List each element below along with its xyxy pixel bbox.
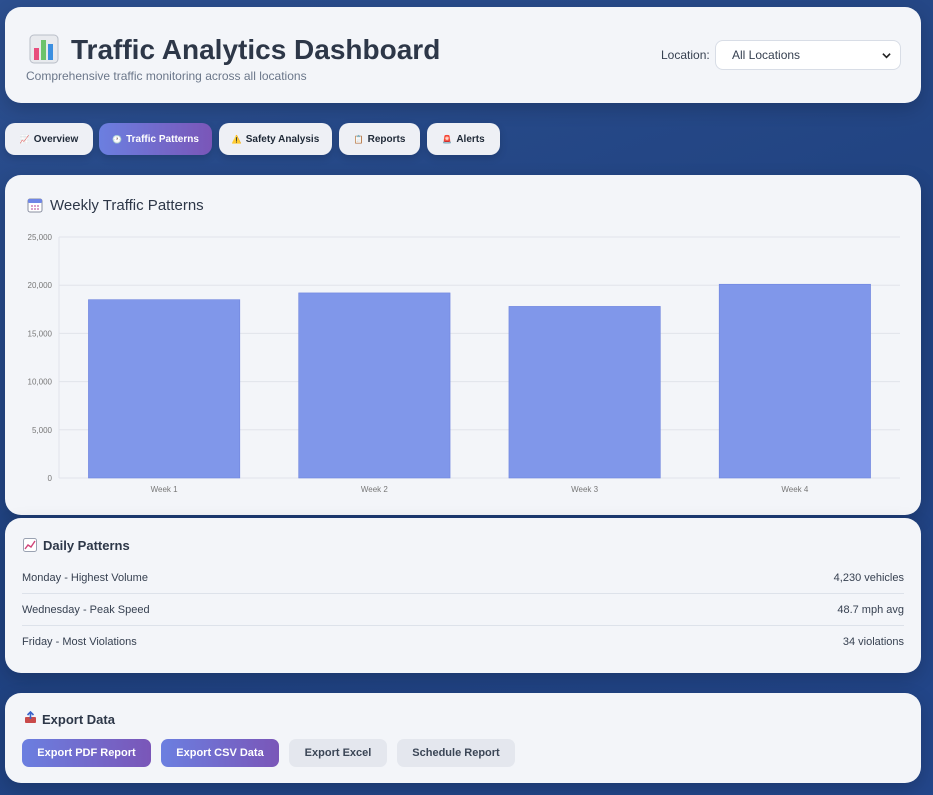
location-select[interactable]: All Locations bbox=[715, 40, 901, 70]
list-item: Monday - Highest Volume 4,230 vehicles bbox=[22, 562, 904, 594]
daily-row-value: 4,230 vehicles bbox=[833, 572, 904, 584]
clipboard-icon: 📋 bbox=[353, 134, 364, 144]
clock-icon: 🕐 bbox=[112, 134, 123, 144]
tab-label: Alerts bbox=[456, 133, 485, 145]
export-pdf-button[interactable]: Export PDF Report bbox=[22, 739, 151, 767]
tab-overview[interactable]: 📈 Overview bbox=[5, 123, 93, 155]
export-title: Export Data bbox=[42, 712, 115, 727]
bar-chart-icon bbox=[29, 34, 59, 64]
daily-row-label: Friday - Most Violations bbox=[22, 636, 137, 648]
bar bbox=[298, 292, 451, 479]
export-excel-button[interactable]: Export Excel bbox=[289, 739, 387, 767]
y-tick-label: 20,000 bbox=[28, 281, 53, 290]
x-tick-label: Week 1 bbox=[151, 485, 179, 494]
export-card: Export Data Export PDF Report Export CSV… bbox=[5, 693, 921, 783]
daily-row-value: 34 violations bbox=[842, 636, 904, 648]
warning-icon: ⚠️ bbox=[231, 134, 242, 144]
bar bbox=[508, 306, 661, 479]
location-label: Location: bbox=[661, 48, 710, 62]
list-item: Wednesday - Peak Speed 48.7 mph avg bbox=[22, 594, 904, 626]
tab-label: Safety Analysis bbox=[245, 133, 320, 145]
export-csv-button[interactable]: Export CSV Data bbox=[161, 739, 279, 767]
tab-alerts[interactable]: 🚨 Alerts bbox=[427, 123, 500, 155]
tab-label: Reports bbox=[367, 133, 406, 145]
header-card: Traffic Analytics Dashboard Comprehensiv… bbox=[5, 7, 921, 103]
daily-row-label: Monday - Highest Volume bbox=[22, 572, 148, 584]
outbox-icon bbox=[25, 711, 36, 723]
page-title: Traffic Analytics Dashboard bbox=[71, 34, 441, 65]
x-tick-label: Week 3 bbox=[571, 485, 599, 494]
chevron-down-icon bbox=[882, 53, 891, 59]
bar bbox=[718, 283, 871, 479]
daily-patterns-card: Daily Patterns Monday - Highest Volume 4… bbox=[5, 518, 921, 673]
x-tick-label: Week 4 bbox=[781, 485, 809, 494]
y-tick-label: 10,000 bbox=[28, 378, 53, 387]
siren-icon: 🚨 bbox=[442, 134, 453, 144]
weekly-bar-chart: 0 5,000 10,000 15,000 20,000 25,000 Week 1 Week… bbox=[28, 233, 900, 494]
daily-title: Daily Patterns bbox=[43, 538, 130, 553]
list-item: Friday - Most Violations 34 violations bbox=[22, 626, 904, 658]
tab-label: Overview bbox=[33, 133, 79, 145]
y-tick-label: 0 bbox=[48, 474, 53, 483]
tab-reports[interactable]: 📋 Reports bbox=[339, 123, 420, 155]
y-tick-label: 25,000 bbox=[28, 233, 53, 242]
trend-icon bbox=[23, 538, 37, 552]
tab-safety-analysis[interactable]: ⚠️ Safety Analysis bbox=[219, 123, 332, 155]
daily-row-value: 48.7 mph avg bbox=[837, 604, 904, 616]
page-subtitle: Comprehensive traffic monitoring across … bbox=[26, 69, 307, 83]
weekly-chart-card: Weekly Traffic Patterns 0 5,000 10,000 15,0… bbox=[5, 175, 921, 515]
y-tick-label: 5,000 bbox=[32, 426, 53, 435]
location-select-value: All Locations bbox=[732, 48, 801, 62]
x-tick-label: Week 2 bbox=[361, 485, 389, 494]
daily-row-label: Wednesday - Peak Speed bbox=[22, 604, 150, 616]
y-tick-label: 15,000 bbox=[28, 329, 53, 338]
chart-icon: 📈 bbox=[19, 134, 30, 144]
schedule-report-button[interactable]: Schedule Report bbox=[397, 739, 515, 767]
tab-traffic-patterns[interactable]: 🕐 Traffic Patterns bbox=[99, 123, 212, 155]
tab-label: Traffic Patterns bbox=[126, 133, 199, 145]
bar bbox=[88, 299, 241, 479]
